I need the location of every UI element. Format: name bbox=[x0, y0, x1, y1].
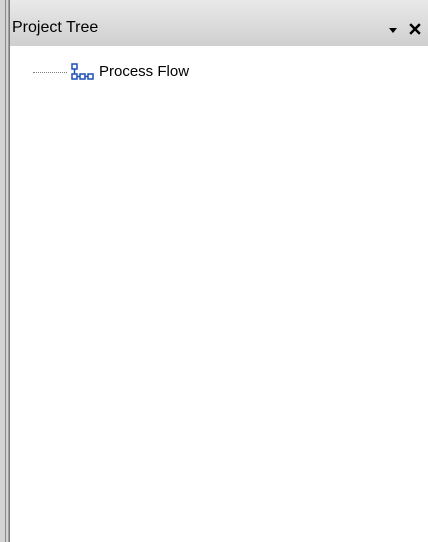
process-flow-icon bbox=[69, 63, 95, 81]
dock-splitter[interactable] bbox=[0, 0, 9, 542]
panel-title: Project Tree bbox=[12, 19, 99, 36]
project-tree-panel: Project Tree Process Flow bbox=[9, 0, 428, 542]
tree-item-label: Process Flow bbox=[99, 63, 190, 80]
close-icon[interactable] bbox=[407, 21, 423, 37]
tree-connector-line bbox=[33, 71, 67, 73]
project-tree-window: Project Tree Process Flow bbox=[0, 0, 428, 542]
panel-titlebar[interactable]: Project Tree bbox=[10, 0, 428, 48]
tree-view[interactable]: Process Flow bbox=[10, 48, 428, 542]
tree-item-process-flow[interactable]: Process Flow bbox=[33, 62, 189, 82]
chevron-down-icon[interactable] bbox=[386, 23, 400, 37]
